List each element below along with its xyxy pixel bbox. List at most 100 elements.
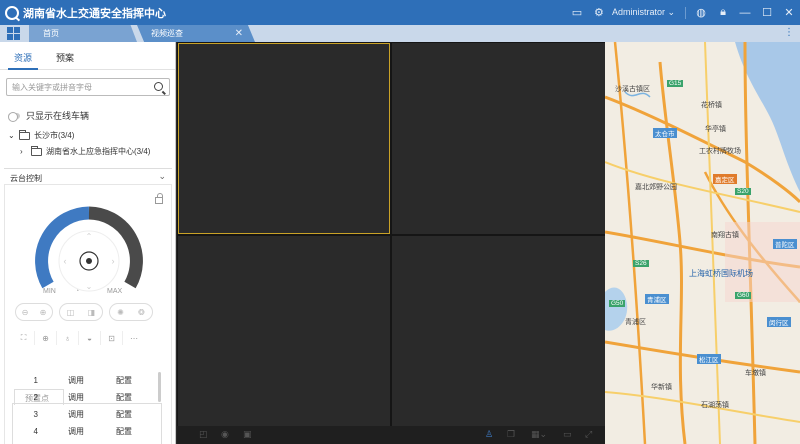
tree-node-changsha[interactable]: ⌄ 长沙市(3/4): [8, 129, 75, 141]
iris-close-icon[interactable]: ✺: [117, 308, 124, 317]
snapshot-icon[interactable]: ◰: [199, 429, 208, 440]
preset-set-button[interactable]: 配置: [116, 375, 132, 386]
tab-resources[interactable]: 资源: [14, 51, 32, 64]
more-icon[interactable]: ⋯: [123, 331, 145, 345]
preset-set-button[interactable]: 配置: [116, 426, 132, 437]
expressway: [613, 42, 647, 444]
search-input[interactable]: [7, 79, 147, 95]
min-label: MIN: [43, 288, 56, 295]
user-menu[interactable]: Administrator ⌄: [612, 7, 675, 18]
app-grid-icon[interactable]: [7, 27, 21, 40]
maximize-icon[interactable]: ☐: [756, 0, 778, 25]
app-title: 湖南省水上交通安全指挥中心: [23, 7, 166, 20]
window-icon[interactable]: ❐: [507, 429, 515, 440]
folder-icon: [31, 145, 42, 156]
tree-node-label: 长沙市(3/4): [34, 131, 75, 140]
center-icon[interactable]: ⊡: [101, 331, 123, 345]
focus-far-icon[interactable]: ◨: [88, 308, 96, 317]
preset-row: 3 调用 配置: [12, 406, 152, 422]
video-cell-3[interactable]: [178, 236, 390, 426]
arrow-left-icon[interactable]: ‹: [64, 256, 67, 266]
user-icon[interactable]: ♙: [485, 429, 493, 440]
fullscreen-icon[interactable]: ⛶: [13, 331, 35, 345]
light-icon[interactable]: ♁: [57, 331, 79, 345]
tab-video-patrol[interactable]: 视频巡查 ✕: [137, 25, 255, 42]
fullscreen-icon[interactable]: ⤢: [585, 429, 592, 440]
tree-node-command-center[interactable]: › 湖南省水上应急指挥中心(3/4): [20, 145, 150, 157]
road-sign: G60: [735, 292, 752, 299]
auto-scan-dot: [86, 258, 92, 264]
preset-set-button[interactable]: 配置: [116, 392, 132, 403]
chevron-right-icon[interactable]: ›: [20, 147, 28, 156]
stop-all-icon[interactable]: ▣: [243, 429, 252, 440]
wiper-icon[interactable]: ◒: [79, 331, 101, 345]
settings-icon[interactable]: ⚙: [588, 0, 610, 25]
preset-row: 4 调用 配置: [12, 423, 152, 439]
map-label: 沙溪古镇区: [615, 86, 650, 93]
globe-icon[interactable]: ◍: [690, 0, 712, 25]
tab-label: 首页: [43, 29, 59, 38]
chevron-down-icon[interactable]: ⌄: [8, 131, 16, 140]
monitor-icon[interactable]: ▭: [566, 0, 588, 25]
preset-scrollbar[interactable]: [158, 372, 161, 402]
active-tab-indicator: [8, 68, 38, 70]
preset-call-button[interactable]: 调用: [68, 392, 108, 403]
lock-icon[interactable]: 🔒︎: [712, 0, 734, 25]
video-grid: ◰ ◉ ▣ ♙ ❐ ▦⌄ ▭ ⤢: [177, 42, 605, 444]
layout-icon[interactable]: ▦⌄: [531, 429, 547, 440]
max-label: MAX: [107, 288, 123, 295]
zoom-out-icon[interactable]: ⊖: [22, 308, 29, 317]
preset-set-button[interactable]: 配置: [116, 409, 132, 420]
tab-bar: 首页 视频巡查 ✕ ⋮: [0, 25, 800, 42]
map-label: 车墩镇: [745, 370, 766, 377]
map-badge: 闵行区: [767, 317, 791, 327]
map-badge: 太仓市: [653, 128, 677, 138]
focus-near-icon[interactable]: ◫: [67, 308, 75, 317]
video-cell-2[interactable]: [392, 43, 605, 234]
iris-button[interactable]: ✺ ❂: [109, 303, 153, 321]
preset-call-button[interactable]: 调用: [68, 375, 108, 386]
toggle-label: 只显示在线车辆: [26, 111, 90, 121]
username: Administrator: [611, 7, 665, 17]
chevron-down-icon[interactable]: ⌄: [158, 171, 166, 182]
zoom-button[interactable]: ⊖ ⊕: [15, 303, 53, 321]
road-sign: G15: [667, 80, 684, 87]
window-controls: ▭ ⚙ Administrator ⌄ ◍ 🔒︎ — ☐ ✕: [566, 0, 800, 25]
map-badge: 普陀区: [773, 239, 797, 249]
map-label: 工农村牌牧场: [699, 148, 741, 155]
folder-icon: [19, 129, 30, 140]
map-label: 华亭镇: [705, 126, 726, 133]
arrow-down-icon[interactable]: ⌄: [86, 282, 93, 291]
video-cell-4[interactable]: [392, 236, 605, 426]
title-bar: 湖南省水上交通安全指挥中心 ▭ ⚙ Administrator ⌄ ◍ 🔒︎ —…: [0, 0, 800, 25]
map-label: 南翔古镇: [711, 232, 739, 239]
minimize-icon[interactable]: —: [734, 0, 756, 25]
record-icon[interactable]: ◉: [221, 429, 229, 440]
divider: [685, 6, 686, 19]
zoom-in-icon[interactable]: ⊕: [40, 308, 47, 317]
ptz-header[interactable]: 云台控制 ⌄: [4, 168, 172, 184]
video-cell-1[interactable]: [178, 43, 390, 234]
speed-icon: ◔: [75, 288, 80, 295]
tab-plans[interactable]: 预案: [56, 51, 74, 64]
preset-number: 3: [33, 409, 38, 419]
screen-icon[interactable]: ▭: [563, 429, 572, 440]
map-view[interactable]: 沙溪古镇区 花桥镇 华亭镇 太仓市 工农村牌牧场 嘉定区 嘉北郊野公园 南翔古镇…: [605, 42, 800, 444]
preset-call-button[interactable]: 调用: [68, 426, 108, 437]
online-only-toggle[interactable]: [8, 111, 20, 122]
more-vertical-icon[interactable]: ⋮: [784, 27, 794, 38]
focus-button[interactable]: ◫ ◨: [59, 303, 103, 321]
road-sign: S26: [633, 260, 649, 267]
ptz-title: 云台控制: [10, 174, 42, 183]
search-icon[interactable]: [154, 82, 163, 91]
tab-home[interactable]: 首页: [29, 25, 137, 42]
arrow-up-icon[interactable]: ⌃: [86, 232, 93, 241]
iris-open-icon[interactable]: ❂: [138, 308, 145, 317]
lock-icon[interactable]: [155, 193, 163, 204]
preset-call-button[interactable]: 调用: [68, 409, 108, 420]
close-icon[interactable]: ✕: [778, 0, 800, 25]
tab-close-icon[interactable]: ✕: [235, 28, 243, 39]
zoom-area-icon[interactable]: ⊕: [35, 331, 57, 345]
arrow-right-icon[interactable]: ›: [112, 256, 115, 266]
preset-number: 4: [33, 426, 38, 436]
